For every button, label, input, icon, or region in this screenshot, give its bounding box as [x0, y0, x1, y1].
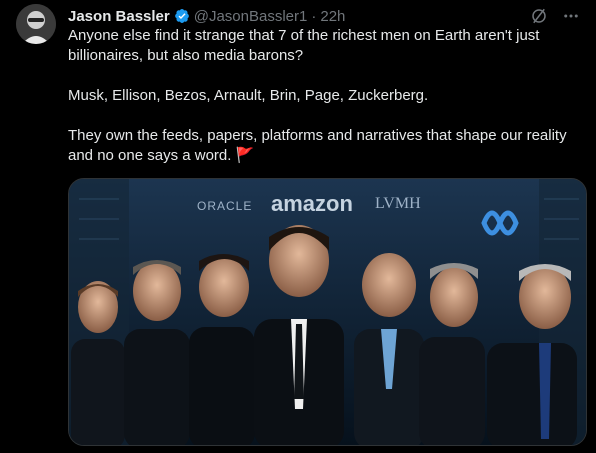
avatar[interactable]	[16, 4, 56, 44]
lvmh-logo: LVMH	[375, 195, 421, 212]
separator-dot: ·	[311, 7, 317, 25]
tweet-header: Jason Bassler @JasonBassler1 · 22h	[68, 6, 580, 26]
tweet-image-art	[69, 179, 586, 445]
author-name[interactable]: Jason Bassler	[68, 8, 170, 25]
tweet-line-3: They own the feeds, papers, platforms an…	[68, 127, 567, 164]
post-time[interactable]: 22h	[320, 8, 345, 25]
tweet-text: Anyone else find it strange that 7 of th…	[68, 26, 573, 166]
author-handle[interactable]: @JasonBassler1	[194, 8, 308, 25]
tweet-image[interactable]: ORACLE amazon LVMH	[68, 178, 587, 446]
verified-badge-icon	[174, 9, 189, 23]
grok-icon[interactable]	[530, 7, 548, 25]
tweet-line-1: Anyone else find it strange that 7 of th…	[68, 27, 540, 64]
more-icon[interactable]	[562, 7, 580, 25]
header-actions	[530, 7, 580, 25]
tweet-line-2: Musk, Ellison, Bezos, Arnault, Brin, Pag…	[68, 87, 429, 104]
amazon-logo: amazon	[271, 191, 353, 216]
oracle-logo: ORACLE	[197, 199, 253, 213]
